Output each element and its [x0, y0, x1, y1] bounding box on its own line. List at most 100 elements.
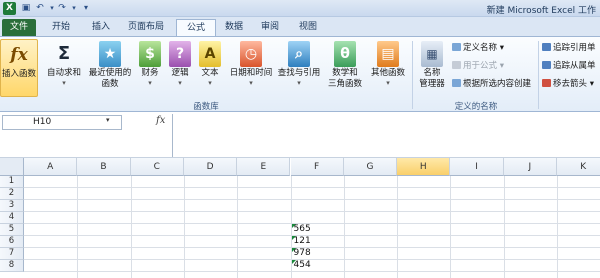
- defined-names-group-label: 定义的名称: [454, 102, 498, 112]
- name-box[interactable]: H10: [2, 115, 122, 130]
- text-label: 文本: [201, 68, 219, 78]
- column-header-h[interactable]: H: [397, 158, 451, 176]
- row-header-6[interactable]: 6: [0, 236, 24, 248]
- window-title: 新建 Microsoft Excel 工作: [486, 6, 596, 16]
- star-book-icon: ★: [99, 41, 121, 67]
- gridline: [183, 176, 185, 278]
- lookup-reference-button[interactable]: ⌕ 查找与引用 ▾: [276, 39, 322, 87]
- financial-button[interactable]: $ 财务 ▾: [136, 39, 164, 87]
- name-manager-button[interactable]: ▦ 名称 管理器: [414, 39, 450, 90]
- tab-view[interactable]: 视图: [292, 19, 324, 36]
- gridline: [237, 176, 239, 278]
- function-library-group-label: 函数库: [193, 102, 219, 112]
- recently-used-button[interactable]: ★ 最近使用的 函数: [86, 39, 134, 90]
- create-from-selection-button[interactable]: 根据所选内容创建: [452, 79, 531, 90]
- column-header-b[interactable]: B: [77, 158, 131, 176]
- cell-value: 121: [293, 236, 311, 246]
- column-header-c[interactable]: C: [130, 158, 184, 176]
- insert-function-label: 插入函数: [1, 69, 36, 79]
- row-header-7[interactable]: 7: [0, 248, 24, 260]
- cell-value: 454: [293, 260, 311, 270]
- cell-f6[interactable]: 121: [291, 236, 343, 247]
- gridline: [24, 271, 600, 272]
- autosum-label: 自动求和: [46, 68, 81, 78]
- tab-data[interactable]: 数据: [218, 19, 250, 36]
- financial-book-icon: $: [139, 41, 161, 67]
- autosum-button[interactable]: Σ 自动求和 ▾: [44, 39, 84, 87]
- column-header-g[interactable]: G: [343, 158, 398, 176]
- customize-qat-icon[interactable]: ▾: [80, 2, 92, 14]
- column-header-j[interactable]: J: [503, 158, 557, 176]
- logical-book-icon: ?: [169, 41, 191, 67]
- row-header-5[interactable]: 5: [0, 224, 24, 236]
- sigma-icon: Σ: [57, 43, 71, 64]
- text-button[interactable]: A 文本 ▾: [196, 39, 224, 87]
- error-indicator-icon: [291, 260, 296, 264]
- column-header-k[interactable]: K: [557, 158, 600, 176]
- insert-function-fx-button[interactable]: fx: [156, 115, 165, 126]
- name-manager-icon: ▦: [421, 41, 443, 67]
- column-header-f[interactable]: F: [290, 158, 344, 176]
- trace-dependents-icon: [542, 61, 551, 69]
- cell-f5[interactable]: 565: [291, 224, 343, 235]
- column-header-d[interactable]: D: [183, 158, 238, 176]
- redo-dropdown-icon[interactable]: ▾: [68, 2, 80, 14]
- formula-input[interactable]: [172, 114, 600, 157]
- error-indicator-icon: [291, 248, 296, 252]
- tab-file[interactable]: 文件: [2, 19, 36, 36]
- column-header-a[interactable]: A: [24, 158, 78, 176]
- more-functions-button[interactable]: ▤ 其他函数 ▾: [366, 39, 410, 87]
- column-header-e[interactable]: E: [237, 158, 291, 176]
- tab-home[interactable]: 开始: [44, 19, 78, 36]
- trace-precedents-button[interactable]: 追踪引用单: [542, 43, 596, 54]
- remove-arrows-button[interactable]: 移去箭头 ▾: [542, 79, 594, 90]
- chevron-down-icon: ▾: [208, 79, 212, 87]
- column-header-i[interactable]: I: [450, 158, 504, 176]
- define-name-icon: [452, 43, 461, 51]
- name-box-dropdown-icon[interactable]: ▾: [106, 116, 110, 124]
- remove-arrows-label: 移去箭头: [553, 79, 588, 89]
- date-time-button[interactable]: ◷ 日期和时间 ▾: [228, 39, 274, 87]
- row-header-3[interactable]: 3: [0, 200, 24, 212]
- row-header-8[interactable]: 8: [0, 260, 24, 272]
- redo-icon[interactable]: ↷: [56, 2, 68, 14]
- use-in-formula-button[interactable]: 用于公式 ▾: [452, 61, 504, 72]
- insert-function-button[interactable]: fx 插入函数: [0, 39, 38, 97]
- gridline: [397, 176, 399, 278]
- row-header-2[interactable]: 2: [0, 188, 24, 200]
- more-functions-label: 其他函数: [370, 68, 405, 78]
- worksheet-grid: A B C D E F G H I J K 1 2 3 4 5 6 7 8 565 121 978 454: [0, 158, 600, 278]
- logical-button[interactable]: ? 逻辑 ▾: [166, 39, 194, 87]
- select-all-corner[interactable]: [0, 158, 24, 176]
- row-header-1[interactable]: 1: [0, 176, 24, 188]
- chevron-down-icon: ▾: [249, 79, 253, 87]
- gridline: [343, 176, 345, 278]
- trace-precedents-icon: [542, 43, 551, 51]
- create-from-selection-icon: [452, 79, 461, 87]
- math-trig-label-2: 三角函数: [327, 79, 362, 89]
- group-separator: [412, 41, 413, 109]
- define-name-label: 定义名称: [463, 43, 498, 53]
- trace-dependents-button[interactable]: 追踪从属单: [542, 61, 596, 72]
- tab-page-layout[interactable]: 页面布局: [120, 19, 172, 36]
- financial-label: 财务: [141, 68, 159, 78]
- tab-formulas[interactable]: 公式: [176, 19, 216, 36]
- tab-review[interactable]: 审阅: [254, 19, 286, 36]
- define-name-button[interactable]: 定义名称 ▾: [452, 43, 504, 54]
- gridline: [77, 176, 79, 278]
- cell-f8[interactable]: 454: [291, 260, 343, 271]
- gridline: [24, 187, 600, 188]
- undo-icon[interactable]: ↶: [34, 2, 46, 14]
- cell-f7[interactable]: 978: [291, 248, 343, 259]
- use-in-formula-icon: [452, 61, 461, 69]
- tab-insert[interactable]: 插入: [84, 19, 118, 36]
- date-time-book-icon: ◷: [240, 41, 262, 67]
- trace-precedents-label: 追踪引用单: [553, 43, 596, 53]
- gridline: [24, 199, 600, 200]
- row-header-4[interactable]: 4: [0, 212, 24, 224]
- excel-app-icon[interactable]: X: [3, 2, 16, 15]
- more-functions-book-icon: ▤: [377, 41, 399, 67]
- remove-arrows-icon: [542, 79, 551, 87]
- save-icon[interactable]: ▣: [20, 2, 32, 14]
- math-trig-button[interactable]: θ 数学和 三角函数: [326, 39, 364, 90]
